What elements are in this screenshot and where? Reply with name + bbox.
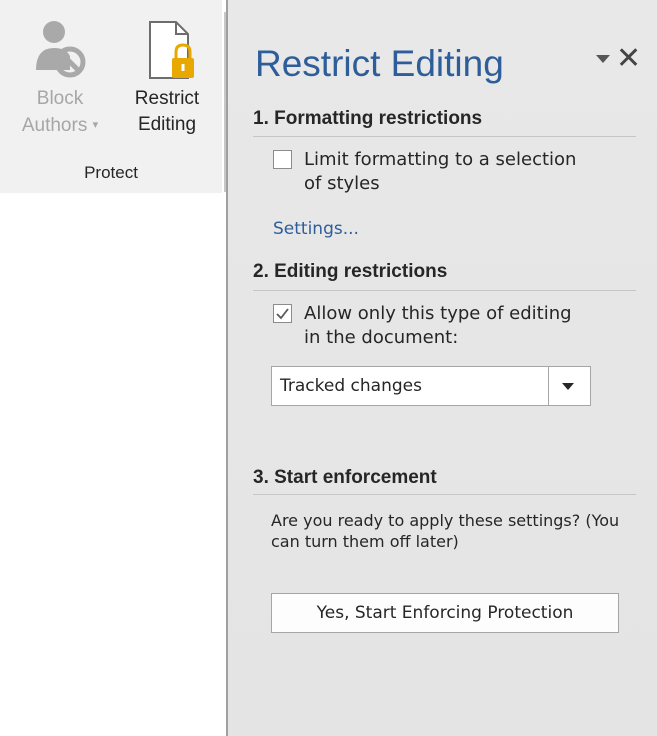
allow-editing-checkbox[interactable] (273, 304, 292, 323)
restrict-editing-pane: Restrict Editing ✕ 1. Formatting restric… (228, 0, 657, 736)
allow-editing-label-line1: Allow only this type of editing (304, 303, 572, 324)
restrict-editing-label-line1: Restrict (134, 88, 200, 109)
block-authors-button[interactable]: Block Authors ▾ (14, 14, 106, 139)
limit-formatting-label-line1: Limit formatting to a selection (304, 149, 577, 170)
ribbon-protect-group: Block Authors ▾ Restrict Editing Protect (0, 0, 222, 193)
start-enforcing-button[interactable]: Yes, Start Enforcing Protection (271, 593, 619, 633)
limit-formatting-checkbox[interactable] (273, 150, 292, 169)
block-authors-label-line1: Block (36, 88, 84, 109)
select-separator (548, 367, 549, 405)
pane-options-dropdown-icon[interactable] (596, 55, 610, 63)
section-heading-enforcement: 3. Start enforcement (253, 467, 437, 488)
section-heading-formatting: 1. Formatting restrictions (253, 108, 483, 129)
section-divider (253, 290, 636, 291)
enforcement-description: Are you ready to apply these settings? (… (271, 511, 620, 551)
chevron-down-icon: ▾ (92, 119, 99, 131)
editing-type-selected-value: Tracked changes (280, 376, 422, 396)
section-heading-editing: 2. Editing restrictions (253, 261, 448, 282)
block-authors-label-line2: Authors (21, 115, 88, 136)
group-label-protect: Protect (84, 163, 138, 182)
restrict-editing-label-line2: Editing (137, 114, 197, 135)
block-authors-icon (14, 14, 106, 86)
section-divider (253, 494, 636, 495)
restrict-editing-button[interactable]: Restrict Editing (120, 14, 214, 138)
pane-title: Restrict Editing (255, 43, 504, 84)
settings-link[interactable]: Settings... (273, 219, 359, 239)
section-divider (253, 136, 636, 137)
chevron-down-icon[interactable] (562, 383, 574, 390)
checkmark-icon (276, 308, 289, 320)
restrict-editing-icon (120, 14, 214, 86)
allow-editing-label-line2: in the document: (304, 327, 459, 348)
limit-formatting-label-line2: of styles (304, 173, 380, 194)
editing-type-select[interactable]: Tracked changes (271, 366, 591, 406)
close-icon[interactable]: ✕ (616, 42, 641, 76)
